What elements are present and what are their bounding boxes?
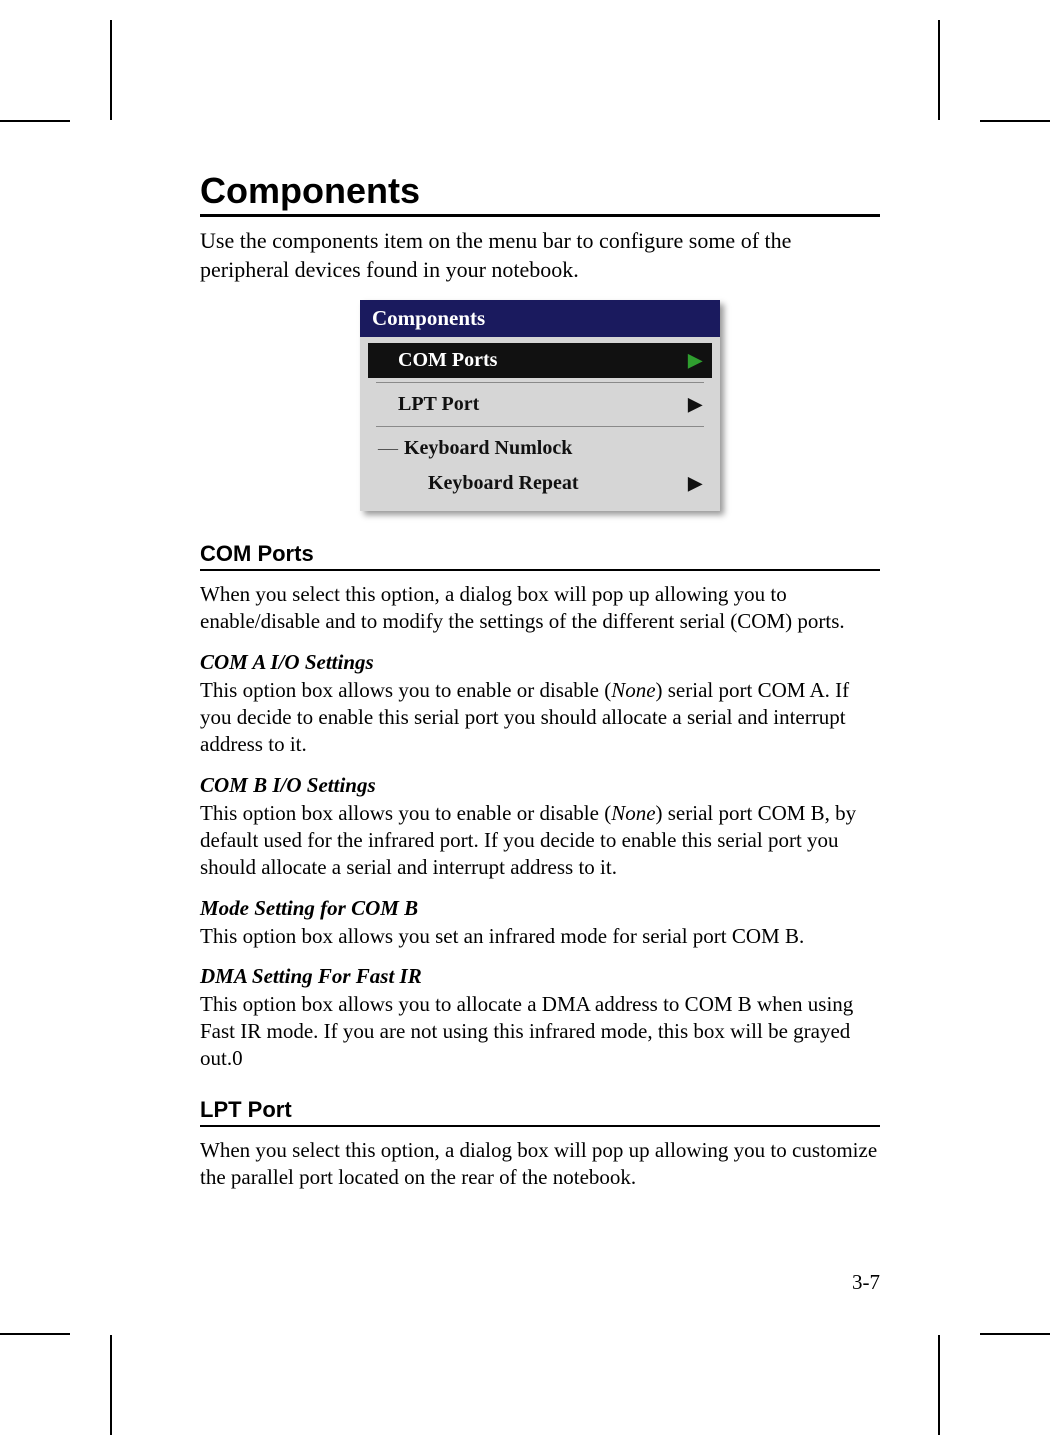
menu-item-label: Keyboard Numlock — [404, 437, 572, 460]
submenu-arrow-icon: ▶ — [688, 473, 702, 494]
menu-item-label: Keyboard Repeat — [398, 472, 579, 495]
menu-item-prefix: — — [378, 437, 396, 460]
menu-screenshot: Components COM Ports ▶ LPT Port ▶ — Keyb… — [200, 300, 880, 511]
section-heading-com-ports: COM Ports — [200, 541, 880, 571]
menu-item-keyboard-repeat[interactable]: Keyboard Repeat ▶ — [368, 466, 712, 501]
menu-item-lpt-port[interactable]: LPT Port ▶ — [368, 387, 712, 422]
section-intro: When you select this option, a dialog bo… — [200, 581, 880, 636]
section-intro: When you select this option, a dialog bo… — [200, 1137, 880, 1192]
menu-item-keyboard-numlock[interactable]: — Keyboard Numlock — [368, 431, 712, 466]
intro-paragraph: Use the components item on the menu bar … — [200, 227, 880, 284]
subsection-heading: Mode Setting for COM B — [200, 896, 880, 921]
subsection-heading: COM B I/O Settings — [200, 773, 880, 798]
submenu-arrow-icon: ▶ — [688, 394, 702, 415]
menu-item-label: LPT Port — [398, 393, 479, 416]
subsection-body: This option box allows you to enable or … — [200, 677, 880, 759]
menu-title: Components — [360, 300, 720, 337]
subsection-body: This option box allows you to enable or … — [200, 800, 880, 882]
section-heading-lpt-port: LPT Port — [200, 1097, 880, 1127]
menu-item-label: COM Ports — [398, 349, 497, 372]
submenu-arrow-icon: ▶ — [688, 350, 702, 371]
page-number: 3-7 — [852, 1270, 880, 1295]
subsection-body: This option box allows you set an infrar… — [200, 923, 880, 950]
subsection-body: This option box allows you to allocate a… — [200, 991, 880, 1073]
menu-item-com-ports[interactable]: COM Ports ▶ — [368, 343, 712, 378]
subsection-heading: DMA Setting For Fast IR — [200, 964, 880, 989]
page-title: Components — [200, 170, 880, 217]
subsection-heading: COM A I/O Settings — [200, 650, 880, 675]
